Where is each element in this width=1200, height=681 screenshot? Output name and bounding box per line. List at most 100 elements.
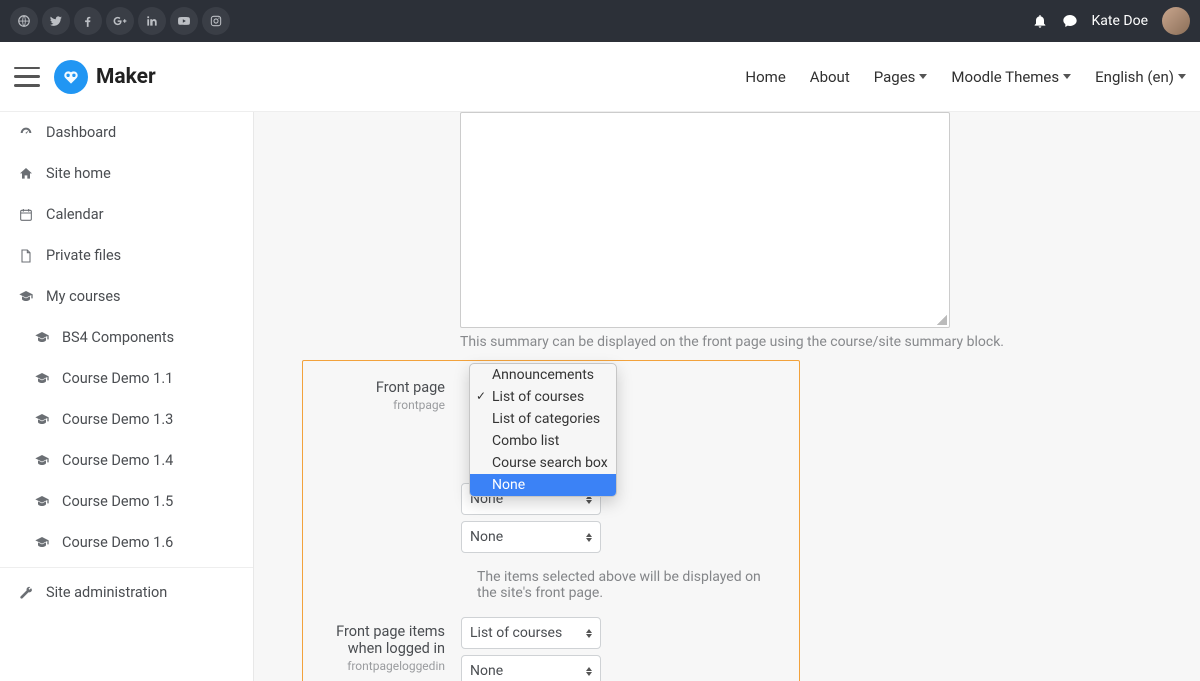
dropdown-option[interactable]: None (470, 474, 616, 496)
frontpage-loggedin-label: Front page items when logged in frontpag… (321, 617, 461, 673)
graduation-cap-icon (34, 535, 50, 551)
logo-icon (54, 60, 88, 94)
sidebar-course-item[interactable]: BS4 Components (0, 317, 253, 358)
sidebar-course-item[interactable]: Course Demo 1.6 (0, 522, 253, 563)
sidebar-item-label: Course Demo 1.5 (62, 493, 173, 510)
graduation-cap-icon (34, 330, 50, 346)
google-plus-icon[interactable] (106, 7, 134, 35)
globe-icon[interactable] (10, 7, 38, 35)
nav-pages[interactable]: Pages (874, 68, 928, 86)
select-field[interactable]: List of courses (461, 617, 601, 649)
sidebar-course-item[interactable]: Course Demo 1.3 (0, 399, 253, 440)
label-tech: frontpageloggedin (321, 659, 445, 673)
sidebar-item-label: Calendar (46, 206, 104, 223)
nav-home[interactable]: Home (745, 68, 785, 86)
sidebar-separator (0, 567, 253, 568)
label-tech: frontpage (321, 398, 445, 412)
social-icons (10, 7, 230, 35)
topbar-right: Kate Doe (1032, 7, 1190, 35)
dropdown-option[interactable]: List of courses (470, 386, 616, 408)
nav-home-label: Home (745, 68, 785, 86)
navbar: Maker Home About Pages Moodle Themes Eng… (0, 42, 1200, 112)
sidebar-item-label: My courses (46, 288, 121, 305)
nav-themes[interactable]: Moodle Themes (951, 68, 1071, 86)
graduation-cap-icon (18, 289, 34, 305)
sidebar-item-label: Site administration (46, 584, 167, 601)
avatar[interactable] (1162, 7, 1190, 35)
sidebar-item-label: Course Demo 1.6 (62, 534, 173, 551)
instagram-icon[interactable] (202, 7, 230, 35)
sidebar-item-calendar[interactable]: Calendar (0, 194, 253, 235)
graduation-cap-icon (34, 412, 50, 428)
chevron-down-icon (1063, 74, 1071, 79)
sidebar-item-label: Site home (46, 165, 111, 182)
graduation-cap-icon (34, 453, 50, 469)
nav-lang-label: English (en) (1095, 68, 1174, 86)
nav-themes-label: Moodle Themes (951, 68, 1059, 86)
sidebar-course-item[interactable]: Course Demo 1.4 (0, 440, 253, 481)
sidebar-item-label: Dashboard (46, 124, 116, 141)
logo[interactable]: Maker (54, 60, 156, 94)
chevron-down-icon (1178, 74, 1186, 79)
twitter-icon[interactable] (42, 7, 70, 35)
nav-about[interactable]: About (810, 68, 850, 86)
sidebar-course-item[interactable]: Course Demo 1.5 (0, 481, 253, 522)
topbar: Kate Doe (0, 0, 1200, 42)
graduation-cap-icon (34, 494, 50, 510)
frontpage-label: Front page frontpage (321, 373, 461, 412)
calendar-icon (18, 207, 34, 223)
dropdown-option[interactable]: Announcements (470, 364, 616, 386)
label-text: Front page (376, 379, 445, 396)
sidebar-course-item[interactable]: Course Demo 1.1 (0, 358, 253, 399)
sidebar-item-mycourses[interactable]: My courses (0, 276, 253, 317)
sort-icon (586, 667, 592, 676)
nav-pages-label: Pages (874, 68, 916, 86)
select-value: None (470, 529, 503, 545)
select-dropdown[interactable]: AnnouncementsList of coursesList of cate… (469, 363, 617, 497)
nav-links: Home About Pages Moodle Themes English (… (745, 68, 1186, 86)
select-value: None (470, 663, 503, 679)
frontpage-settings-group: AnnouncementsList of coursesList of cate… (302, 360, 800, 681)
menu-toggle-icon[interactable] (14, 67, 40, 87)
label-text: Front page items when logged in (336, 623, 445, 657)
youtube-icon[interactable] (170, 7, 198, 35)
sort-icon (586, 629, 592, 638)
sidebar-item-label: Private files (46, 247, 121, 264)
sidebar-item-label: BS4 Components (62, 329, 174, 346)
nav-about-label: About (810, 68, 850, 86)
graduation-cap-icon (34, 371, 50, 387)
user-name[interactable]: Kate Doe (1092, 13, 1148, 29)
sidebar-item-label: Course Demo 1.3 (62, 411, 173, 428)
dropdown-option[interactable]: List of categories (470, 408, 616, 430)
linkedin-icon[interactable] (138, 7, 166, 35)
select-value: List of courses (470, 625, 562, 641)
frontpage-desc: The items selected above will be display… (477, 569, 781, 601)
summary-help-text: This summary can be displayed on the fro… (460, 334, 1170, 350)
home-icon (18, 166, 34, 182)
dropdown-option[interactable]: Combo list (470, 430, 616, 452)
bell-icon[interactable] (1032, 13, 1048, 29)
dashboard-icon (18, 125, 34, 141)
dropdown-option[interactable]: Course search box (470, 452, 616, 474)
facebook-icon[interactable] (74, 7, 102, 35)
brand-name: Maker (96, 65, 156, 89)
sort-icon (586, 533, 592, 542)
sidebar-item-sitehome[interactable]: Site home (0, 153, 253, 194)
content: This summary can be displayed on the fro… (254, 112, 1200, 681)
wrench-icon (18, 585, 34, 601)
sidebar-item-dashboard[interactable]: Dashboard (0, 112, 253, 153)
sidebar: Dashboard Site home Calendar Private fil… (0, 112, 254, 681)
sidebar-item-label: Course Demo 1.4 (62, 452, 173, 469)
nav-language[interactable]: English (en) (1095, 68, 1186, 86)
chevron-down-icon (919, 74, 927, 79)
summary-textarea[interactable] (460, 112, 950, 328)
sidebar-item-privatefiles[interactable]: Private files (0, 235, 253, 276)
sidebar-item-siteadmin[interactable]: Site administration (0, 572, 253, 613)
sidebar-item-label: Course Demo 1.1 (62, 370, 173, 387)
select-field[interactable]: None (461, 521, 601, 553)
chat-icon[interactable] (1062, 13, 1078, 29)
frontpage-loggedin-row: Front page items when logged in frontpag… (321, 617, 781, 681)
file-icon (18, 248, 34, 264)
select-field[interactable]: None (461, 655, 601, 681)
frontpage-loggedin-selects: List of coursesNoneNone (461, 617, 781, 681)
